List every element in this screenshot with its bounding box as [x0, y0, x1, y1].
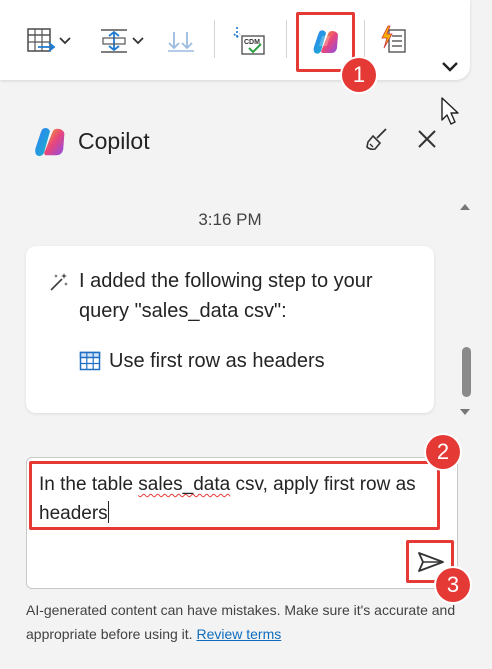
- table-icon: [79, 351, 101, 371]
- lightning-doc-icon: [381, 25, 406, 53]
- applied-step-label: Use first row as headers: [109, 350, 325, 372]
- message-timestamp: 3:16 PM: [198, 210, 262, 229]
- ribbon-separator: [364, 20, 365, 58]
- clear-chat-button[interactable]: [362, 124, 392, 154]
- message-line-2: query "sales_data csv":: [79, 300, 287, 322]
- mouse-pointer-icon: [441, 97, 459, 125]
- close-icon: [418, 130, 436, 148]
- step-badge-1: 1: [342, 58, 376, 92]
- manage-columns-button[interactable]: [20, 24, 76, 58]
- ai-disclaimer: AI-generated content can have mistakes. …: [26, 598, 476, 646]
- cdm-icon: CDM: [233, 27, 265, 55]
- ribbon-separator: [214, 20, 215, 58]
- sort-down-icon: [168, 32, 194, 52]
- copilot-logo-icon: [35, 128, 65, 156]
- cdm-label: CDM: [244, 39, 260, 46]
- message-line-1: I added the following step to your: [79, 270, 373, 292]
- step-badge-3: 3: [436, 568, 470, 602]
- scroll-up-arrow-icon[interactable]: [458, 202, 472, 212]
- review-terms-link[interactable]: Review terms: [196, 626, 281, 642]
- reduce-rows-icon: [101, 29, 127, 53]
- chevron-down-icon: [442, 62, 458, 72]
- sort-button[interactable]: [163, 24, 199, 58]
- scroll-down-arrow-icon[interactable]: [458, 407, 472, 417]
- prompt-highlight-box: [29, 461, 440, 530]
- chevron-down-icon: [59, 37, 71, 45]
- ribbon-separator: [286, 20, 287, 58]
- scrollbar-thumb[interactable]: [462, 347, 471, 397]
- close-pane-button[interactable]: [412, 124, 442, 154]
- cdm-map-button[interactable]: CDM: [230, 22, 270, 58]
- step-badge-2: 2: [426, 435, 460, 469]
- ribbon-toolbar: CDM: [0, 0, 470, 80]
- magic-wand-icon: [50, 273, 68, 291]
- pane-title: Copilot: [78, 128, 150, 154]
- power-query-button[interactable]: [374, 22, 412, 58]
- table-columns-icon: [27, 28, 56, 52]
- chevron-down-icon: [132, 37, 144, 45]
- reduce-rows-button[interactable]: [92, 24, 150, 58]
- broom-icon: [366, 128, 387, 151]
- ribbon-overflow-button[interactable]: [436, 56, 464, 78]
